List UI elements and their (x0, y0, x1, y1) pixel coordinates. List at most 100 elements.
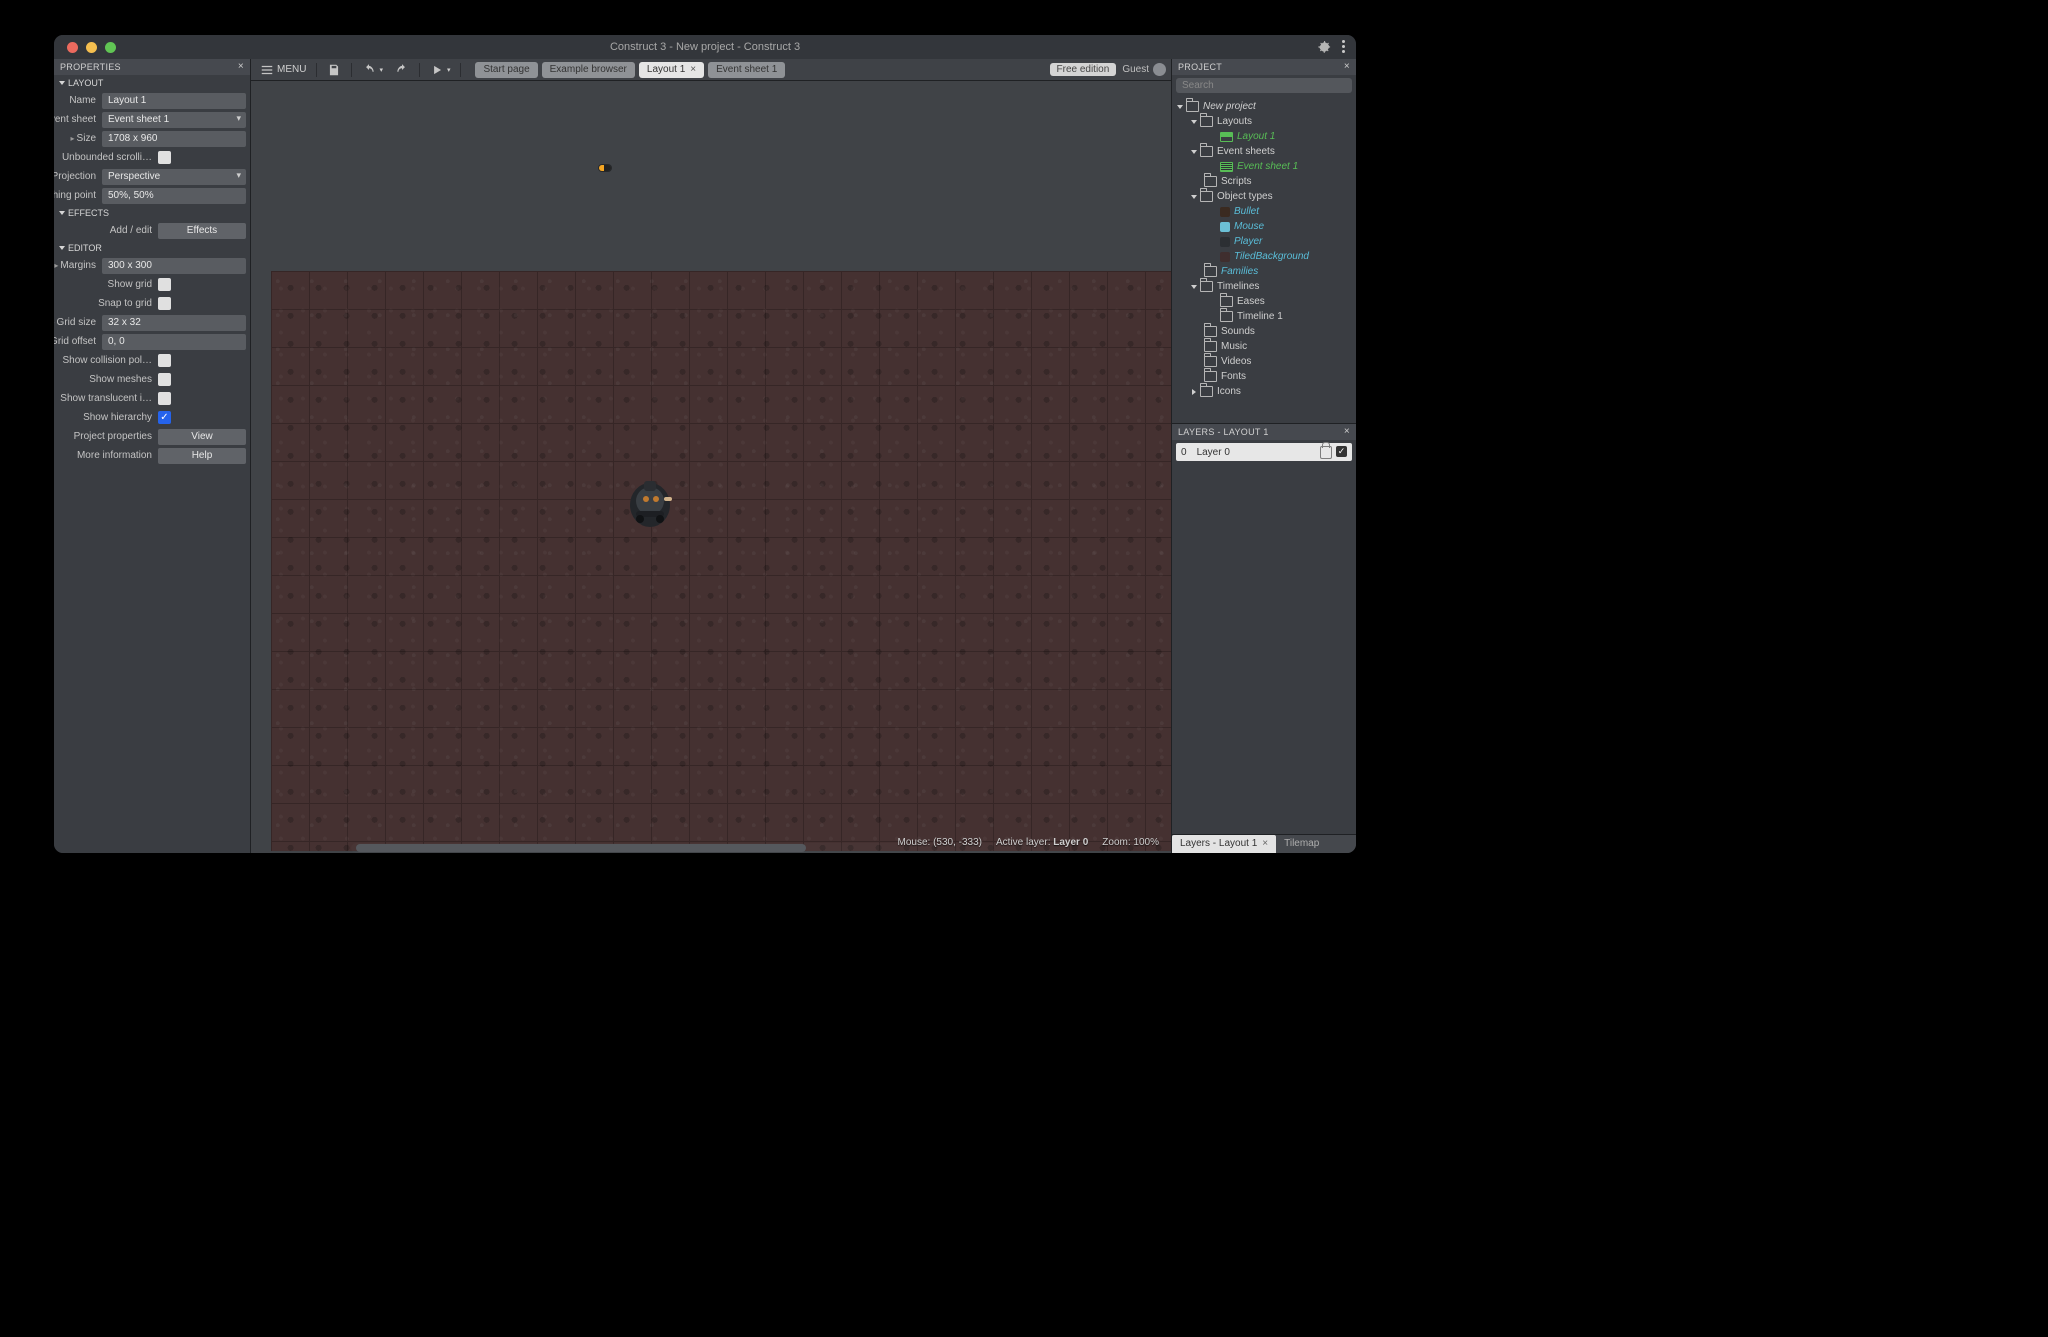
tree-item-scripts[interactable]: Scripts (1174, 174, 1354, 189)
tiled-background-instance[interactable] (271, 271, 1171, 851)
tab-layout-1[interactable]: Layout 1× (639, 62, 704, 78)
folder-icon (1186, 101, 1199, 112)
tree-item-mouse[interactable]: Mouse (1174, 219, 1354, 234)
select-projection[interactable] (102, 169, 246, 185)
extensions-icon[interactable] (1318, 40, 1332, 54)
tree-item-tiledbackground[interactable]: TiledBackground (1174, 249, 1354, 264)
tree-item-videos[interactable]: Videos (1174, 354, 1354, 369)
label-size: ▸Size (54, 133, 102, 144)
horizontal-scrollbar[interactable] (351, 843, 1071, 853)
expand-icon[interactable] (1191, 285, 1197, 289)
input-layout-name[interactable] (102, 93, 246, 109)
status-zoom: Zoom: 100% (1102, 837, 1159, 848)
tree-item-families[interactable]: Families (1174, 264, 1354, 279)
lock-layer-icon[interactable] (1320, 446, 1332, 459)
label-gridoffset: ▸Grid offset (54, 336, 102, 347)
tab-event-sheet-1[interactable]: Event sheet 1 (708, 62, 785, 78)
checkbox-collision[interactable] (158, 354, 171, 367)
button-help[interactable]: Help (158, 448, 246, 464)
project-title: PROJECT (1178, 59, 1222, 75)
tree-item-timeline-1[interactable]: Timeline 1 (1174, 309, 1354, 324)
group-effects[interactable]: EFFECTS (54, 205, 250, 221)
checkbox-unbounded[interactable] (158, 151, 171, 164)
close-footer-tab-icon[interactable]: × (1262, 838, 1268, 849)
minimize-window-icon[interactable] (86, 42, 97, 53)
footer-tab-layers-layout-1[interactable]: Layers - Layout 1× (1172, 835, 1276, 853)
tree-item-icons[interactable]: Icons (1174, 384, 1354, 399)
undo-icon (362, 63, 376, 77)
search-placeholder: Search (1182, 80, 1214, 91)
maximize-window-icon[interactable] (105, 42, 116, 53)
account-menu[interactable]: Guest (1122, 63, 1166, 76)
tree-item-eases[interactable]: Eases (1174, 294, 1354, 309)
close-tab-icon[interactable]: × (690, 62, 696, 78)
layout-canvas[interactable]: Mouse: (530, -333) Active layer: Layer 0… (251, 81, 1171, 853)
tree-item-sounds[interactable]: Sounds (1174, 324, 1354, 339)
checkbox-snapgrid[interactable] (158, 297, 171, 310)
close-window-icon[interactable] (67, 42, 78, 53)
project-search[interactable]: Search (1176, 78, 1352, 93)
tree-label: Event sheet 1 (1237, 161, 1298, 172)
play-button[interactable]: ▾ (426, 61, 455, 78)
label-snapgrid: Snap to grid (54, 298, 158, 309)
input-margins[interactable] (102, 258, 246, 274)
label-unbounded: Unbounded scrolli… (54, 152, 158, 163)
checkbox-meshes[interactable] (158, 373, 171, 386)
player-instance[interactable] (626, 475, 674, 529)
tree-item-layout-1[interactable]: Layout 1 (1174, 129, 1354, 144)
tree-item-new-project[interactable]: New project (1174, 99, 1354, 114)
checkbox-translucent[interactable] (158, 392, 171, 405)
undo-button[interactable]: ▾ (358, 61, 387, 78)
close-project-icon[interactable]: × (1344, 59, 1350, 75)
expand-icon[interactable] (1191, 120, 1197, 124)
tree-item-bullet[interactable]: Bullet (1174, 204, 1354, 219)
label-addedit: Add / edit (54, 225, 158, 236)
expand-icon[interactable] (1177, 105, 1183, 109)
play-icon (430, 63, 444, 77)
group-layout[interactable]: LAYOUT (54, 75, 250, 91)
menu-button[interactable]: MENU (256, 61, 310, 78)
expand-icon[interactable] (1192, 389, 1196, 395)
group-editor[interactable]: EDITOR (54, 240, 250, 256)
tab-start-page[interactable]: Start page (475, 62, 537, 78)
expand-icon[interactable] (1191, 195, 1197, 199)
input-vanishing[interactable] (102, 188, 246, 204)
select-event-sheet[interactable] (102, 112, 246, 128)
input-gridoffset[interactable] (102, 334, 246, 350)
more-menu-icon[interactable] (1342, 40, 1346, 54)
checkbox-showgrid[interactable] (158, 278, 171, 291)
tree-item-player[interactable]: Player (1174, 234, 1354, 249)
input-gridsize[interactable] (102, 315, 246, 331)
free-edition-badge[interactable]: Free edition (1050, 63, 1117, 76)
tree-item-music[interactable]: Music (1174, 339, 1354, 354)
avatar-icon (1153, 63, 1166, 76)
label-showgrid: Show grid (54, 279, 158, 290)
tree-item-event-sheet-1[interactable]: Event sheet 1 (1174, 159, 1354, 174)
tab-example-browser[interactable]: Example browser (542, 62, 635, 78)
tree-item-layouts[interactable]: Layouts (1174, 114, 1354, 129)
redo-button[interactable] (391, 61, 413, 78)
tree-item-object-types[interactable]: Object types (1174, 189, 1354, 204)
button-view-project[interactable]: View (158, 429, 246, 445)
close-properties-icon[interactable]: × (238, 59, 244, 75)
sq-icon (1220, 207, 1230, 217)
properties-panel: PROPERTIES × LAYOUT Name Event sheet ▸Si… (54, 59, 251, 853)
bullet-instance[interactable] (599, 165, 611, 171)
folder-icon (1204, 326, 1217, 337)
save-button[interactable] (323, 61, 345, 78)
layers-panel: LAYERS - LAYOUT 1 × 0 Layer 0 ✓ Layers -… (1172, 423, 1356, 853)
tree-item-timelines[interactable]: Timelines (1174, 279, 1354, 294)
layer-visible-checkbox[interactable]: ✓ (1336, 446, 1347, 457)
checkbox-hierarchy[interactable] (158, 411, 171, 424)
tree-item-fonts[interactable]: Fonts (1174, 369, 1354, 384)
tree-label: Videos (1221, 356, 1251, 367)
tree-item-event-sheets[interactable]: Event sheets (1174, 144, 1354, 159)
footer-tab-tilemap[interactable]: Tilemap (1276, 835, 1327, 853)
tree-label: Sounds (1221, 326, 1255, 337)
sq-icon (1220, 252, 1230, 262)
expand-icon[interactable] (1191, 150, 1197, 154)
close-layers-icon[interactable]: × (1344, 424, 1350, 440)
layer-row[interactable]: 0 Layer 0 ✓ (1176, 443, 1352, 461)
input-layout-size[interactable] (102, 131, 246, 147)
button-effects[interactable]: Effects (158, 223, 246, 239)
